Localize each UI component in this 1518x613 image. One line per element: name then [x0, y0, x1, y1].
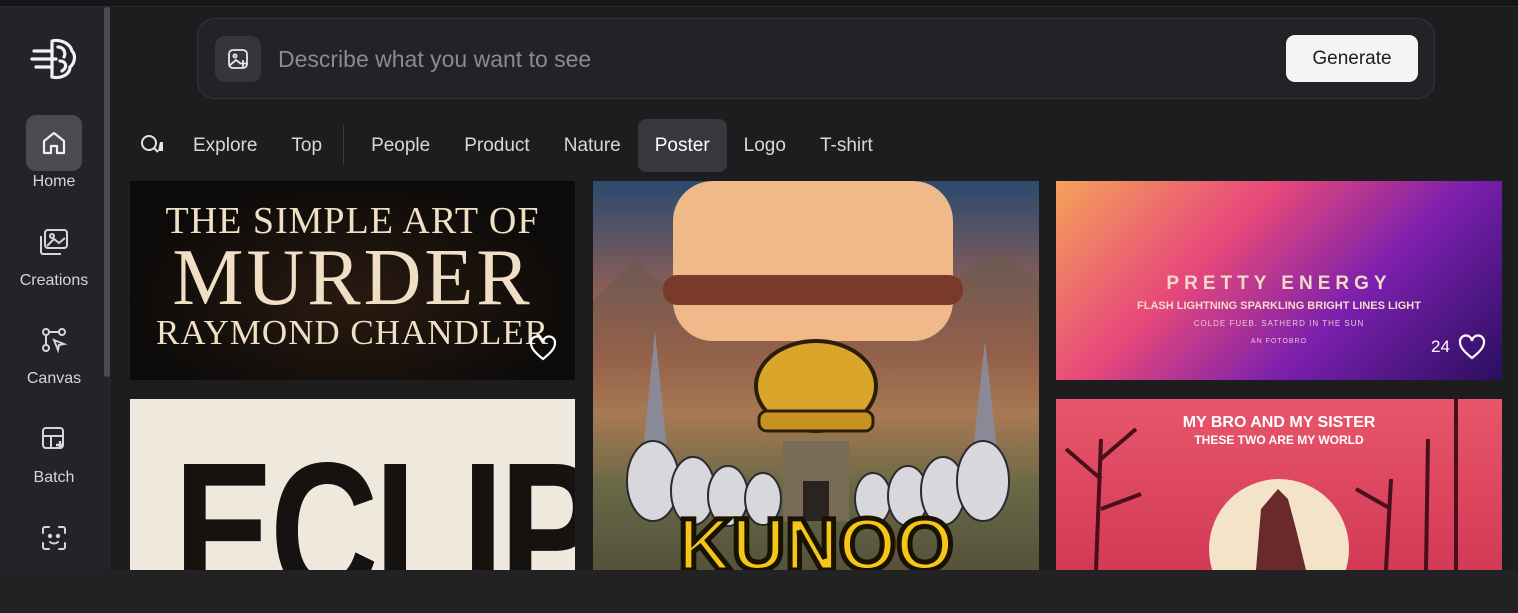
sidebar-item-label: Canvas — [26, 370, 82, 387]
generate-button[interactable]: Generate — [1286, 35, 1418, 82]
kunoo-artwork: KUNOO — [593, 181, 1039, 570]
sidebar-item-label: Batch — [33, 469, 75, 486]
image-upload-icon[interactable] — [215, 36, 261, 82]
sidebar-scrollbar[interactable] — [104, 7, 110, 377]
tab-people[interactable]: People — [354, 119, 447, 172]
tab-nature[interactable]: Nature — [547, 119, 638, 172]
poster-subtitle: THESE TWO ARE MY WORLD — [1194, 433, 1364, 447]
heart-icon[interactable] — [1458, 334, 1486, 360]
sidebar-item-home[interactable]: Home — [10, 115, 98, 191]
tab-poster[interactable]: Poster — [637, 118, 727, 172]
tab-divider — [343, 125, 345, 165]
sidebar: Home Creations Canvas Batch — [0, 7, 110, 570]
sidebar-item-creations[interactable]: Creations — [10, 214, 98, 290]
poster-subtitle: MURDER — [172, 234, 533, 322]
tab-tshirt[interactable]: T-shirt — [803, 119, 890, 172]
sidebar-item-face-scan[interactable] — [10, 510, 98, 566]
window-top-border — [0, 0, 1518, 7]
gallery-card-pretty-energy-poster[interactable]: PRETTY ENERGY FLASH LIGHTNING SPARKLING … — [1056, 181, 1502, 380]
gallery-card-eclipse-poster[interactable]: ECLIPSE — [130, 399, 575, 570]
sidebar-item-label: Home — [32, 173, 76, 190]
like-count: 24 — [1431, 337, 1450, 356]
poster-title: KUNOO — [678, 503, 953, 570]
tab-top[interactable]: Top — [274, 119, 339, 172]
face-scan-icon — [26, 510, 82, 566]
poster-title: MY BRO AND MY SISTER — [1182, 414, 1376, 431]
home-icon — [26, 115, 82, 171]
gallery-card-murder-poster[interactable]: THE SIMPLE ART OF MURDER RAYMOND CHANDLE… — [130, 181, 575, 380]
gallery-card-bro-sister-poster[interactable]: MY BRO AND MY SISTER THESE TWO ARE MY WO… — [1056, 399, 1502, 570]
sidebar-item-batch[interactable]: Batch — [10, 411, 98, 487]
search-filter-icon[interactable] — [130, 125, 176, 165]
tab-product[interactable]: Product — [447, 119, 546, 172]
poster-line: COLDE FUEB. SATHERD IN THE SUN — [1193, 319, 1365, 328]
tab-logo[interactable]: Logo — [727, 119, 803, 172]
brain-logo-icon[interactable] — [30, 37, 78, 81]
prompt-bar: Generate — [197, 18, 1435, 99]
canvas-icon — [26, 312, 82, 368]
sidebar-item-label: Creations — [19, 272, 89, 289]
sidebar-item-canvas[interactable]: Canvas — [10, 312, 98, 388]
poster-author: RAYMOND CHANDLER — [156, 313, 549, 352]
tab-explore[interactable]: Explore — [176, 119, 274, 172]
bottom-bar — [0, 570, 1518, 613]
image-gallery-icon — [26, 214, 82, 270]
poster-title: ECLIPSE — [174, 421, 575, 570]
gallery-card-kunoo-poster[interactable]: KUNOO — [593, 181, 1039, 570]
poster-title: PRETTY ENERGY — [1166, 273, 1392, 294]
app-window: Home Creations Canvas Batch Describe wha… — [0, 7, 1518, 570]
batch-icon — [26, 411, 82, 467]
category-tabs: Explore Top People Product Nature Poster… — [130, 118, 890, 172]
prompt-input[interactable] — [278, 39, 1258, 79]
heart-icon[interactable] — [529, 335, 557, 361]
poster-subtitle: FLASH LIGHTNING SPARKLING BRIGHT LINES L… — [1137, 300, 1421, 312]
